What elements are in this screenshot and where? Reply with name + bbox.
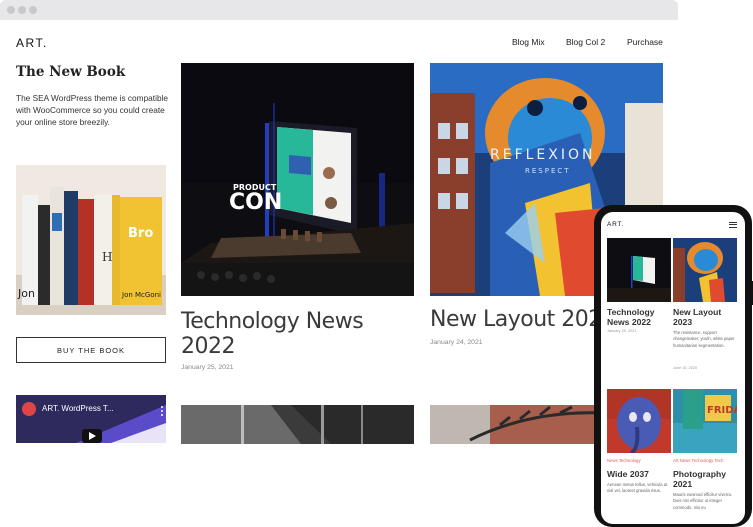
mobile-post-title[interactable]: Technology News 2022 xyxy=(607,307,673,327)
mural-text: REFLEXION xyxy=(490,147,595,163)
window-close-dot[interactable] xyxy=(7,6,15,14)
buy-the-book-button[interactable]: BUY THE BOOK xyxy=(16,337,166,363)
mobile-post-category[interactable]: News Technology xyxy=(607,458,641,463)
card-date-technology: January 25, 2021 xyxy=(181,364,234,371)
nav-link-blog-col-2[interactable]: Blog Col 2 xyxy=(566,37,605,47)
hamburger-menu-icon[interactable] xyxy=(729,222,737,228)
video-title[interactable]: ART. WordPress T... xyxy=(42,404,114,413)
channel-avatar-icon xyxy=(22,402,36,416)
mobile-post-date: June 16, 2020 xyxy=(673,366,698,370)
browser-window: ART. Blog Mix Blog Col 2 Purchase The Ne… xyxy=(0,0,678,527)
mobile-screen: ART. Technology News 2022 January 25, 20… xyxy=(601,212,745,524)
card-image-architecture[interactable] xyxy=(181,405,414,444)
sidebar-title: The New Book xyxy=(16,64,126,80)
mobile-post-image[interactable] xyxy=(607,238,671,302)
book-spine-text: H xyxy=(102,250,112,264)
card-image-technology[interactable]: PRODUCT CON xyxy=(181,63,414,296)
book-photo[interactable]: Jon H Bro Jon McGoni xyxy=(16,165,166,315)
mobile-post-title[interactable]: Wide 2037 xyxy=(607,469,673,479)
card-title-technology[interactable]: Technology News 2022 xyxy=(181,309,411,359)
mobile-post-excerpt: Aenean metus tellus, vehicula at nisl ve… xyxy=(607,482,668,494)
site-logo[interactable]: ART. xyxy=(16,36,48,50)
mobile-logo[interactable]: ART. xyxy=(607,221,624,228)
sidebar-description: The SEA WordPress theme is compatible wi… xyxy=(16,93,169,128)
mobile-post-image[interactable] xyxy=(607,389,671,453)
mobile-post-image[interactable]: FRIDA xyxy=(673,389,737,453)
mobile-post-title[interactable]: New Layout 2023 xyxy=(673,307,739,327)
mobile-post-image[interactable] xyxy=(673,238,737,302)
mobile-post-date: January 25, 2021 xyxy=(607,329,637,333)
mobile-post-excerpt: The resistance, support changemaker, you… xyxy=(673,330,735,348)
window-maximize-dot[interactable] xyxy=(29,6,37,14)
book-spine-text: Jon xyxy=(17,287,35,300)
mural-text: RESPECT xyxy=(525,167,571,175)
stage-sign-text: CON xyxy=(229,190,282,215)
nav-link-blog-mix[interactable]: Blog Mix xyxy=(512,37,545,47)
book-cover-author: Jon McGoni xyxy=(121,291,161,299)
window-minimize-dot[interactable] xyxy=(18,6,26,14)
book-cover-text: Bro xyxy=(128,226,153,241)
mobile-post-excerpt: Mauris euismod efficitur viverra. Duis n… xyxy=(673,492,733,510)
mural-text: FRIDA xyxy=(707,405,737,416)
nav-link-purchase[interactable]: Purchase xyxy=(627,37,663,47)
video-embed[interactable]: ART. WordPress T... xyxy=(16,395,166,443)
mobile-post-category[interactable]: Art News Technology Tech xyxy=(673,458,741,463)
more-options-icon[interactable] xyxy=(161,406,163,408)
browser-titlebar xyxy=(0,0,678,20)
card-date-new-layout: January 24, 2021 xyxy=(430,339,483,346)
mobile-post-title[interactable]: Photography 2021 xyxy=(673,469,739,489)
